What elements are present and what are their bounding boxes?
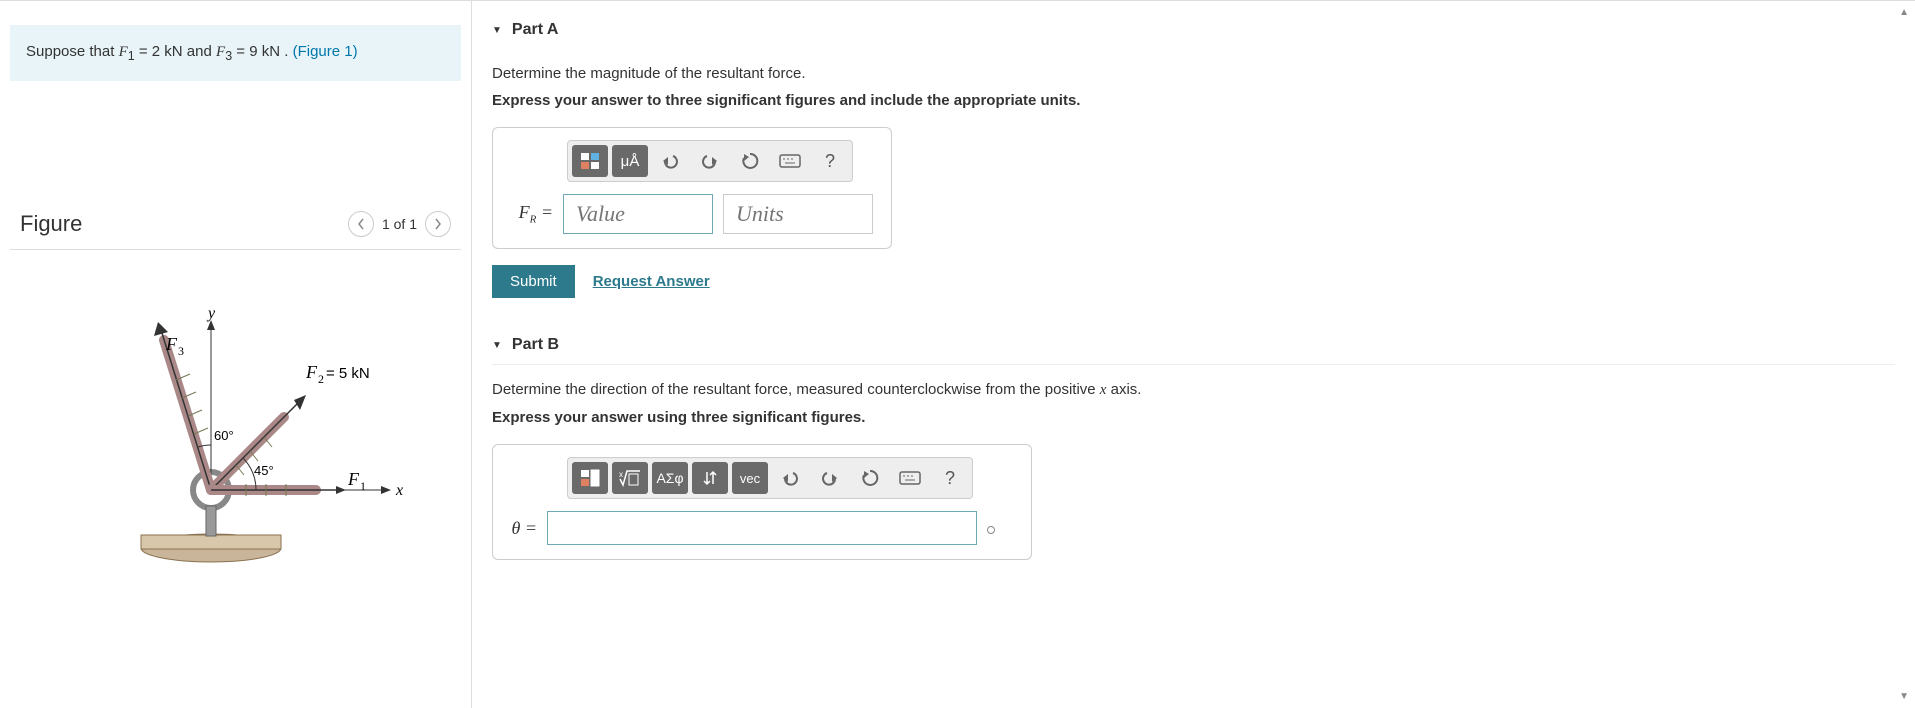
templates-icon [579,468,601,488]
request-answer-link[interactable]: Request Answer [593,273,710,290]
figure-title: Figure [20,211,82,237]
figure-header: Figure 1 of 1 [10,201,461,250]
part-a-submit-row: Submit Request Answer [492,265,1895,298]
angle-60-label: 60° [214,428,234,443]
x-axis-label: x [395,482,403,499]
chevron-right-icon [434,218,442,230]
undo-button[interactable] [772,462,808,494]
figure-link[interactable]: (Figure 1) [293,43,358,60]
part-b-toolbar: x ΑΣφ vec [567,457,973,499]
vec-button[interactable]: vec [732,462,768,494]
part-a-toolbar: μÅ ? [567,140,853,182]
f3-eq: = 9 kN . [232,43,292,60]
problem-statement: Suppose that F1 = 2 kN and F3 = 9 kN . (… [10,25,461,81]
redo-button[interactable] [812,462,848,494]
scroll-up-icon[interactable]: ▲ [1899,7,1909,18]
figure-nav: 1 of 1 [348,211,451,237]
part-a-header[interactable]: ▼ Part A [492,1,1895,49]
reset-button[interactable] [852,462,888,494]
figure-diagram: y x F 3 F 2 = 5 kN F 1 60° [56,270,416,590]
f1-sub-label: 1 [360,479,366,493]
angle-45-label: 45° [254,463,274,478]
part-b-body: Determine the direction of the resultant… [492,365,1895,584]
theta-label: θ = [507,518,537,539]
f3-var: F [216,44,225,60]
f1-label: F [347,469,360,489]
reset-button[interactable] [732,145,768,177]
figure-next-button[interactable] [425,211,451,237]
scroll-down-icon[interactable]: ▼ [1899,691,1909,702]
part-a-body: Determine the magnitude of the resultant… [492,49,1895,322]
keyboard-button[interactable] [892,462,928,494]
submit-button[interactable]: Submit [492,265,575,298]
redo-icon [701,153,719,169]
left-panel: Suppose that F1 = 2 kN and F3 = 9 kN . (… [0,1,472,708]
problem-prefix: Suppose that [26,43,119,60]
keyboard-button[interactable] [772,145,808,177]
sqrt-icon: x [618,469,642,487]
part-a-question: Determine the magnitude of the resultant… [492,65,1895,82]
redo-button[interactable] [692,145,728,177]
updown-icon [701,469,719,487]
help-button[interactable]: ? [932,462,968,494]
f2-value: = 5 kN [326,365,370,382]
updown-button[interactable] [692,462,728,494]
templates-button[interactable] [572,462,608,494]
value-input[interactable] [563,194,713,234]
part-b-instruction: Express your answer using three signific… [492,409,1895,426]
f3-label: F [165,334,178,354]
theta-input[interactable] [547,511,977,545]
part-a-answer-box: μÅ ? FR = [492,127,892,249]
figure-prev-button[interactable] [348,211,374,237]
fr-label: FR = [507,202,553,226]
keyboard-icon [899,471,921,485]
keyboard-icon [779,154,801,168]
f1-eq: = 2 kN and [135,43,216,60]
templates-icon [579,151,601,171]
units-button[interactable]: μÅ [612,145,648,177]
chevron-left-icon [357,218,365,230]
svg-text:x: x [619,470,623,479]
undo-icon [781,470,799,486]
units-input[interactable] [723,194,873,234]
right-panel: ▲ ▼ ▼ Part A Determine the magnitude of … [472,1,1915,708]
f1-var: F [119,44,128,60]
f3-sub-label: 3 [178,344,184,358]
part-b-header[interactable]: ▼ Part B [492,322,1895,365]
chevron-down-icon: ▼ [492,25,502,36]
part-b-answer-box: x ΑΣφ vec [492,444,1032,560]
sqrt-button[interactable]: x [612,462,648,494]
undo-button[interactable] [652,145,688,177]
reset-icon [861,469,879,487]
f2-sub: 2 [318,372,324,386]
reset-icon [741,152,759,170]
part-a-input-row: FR = [507,194,877,234]
part-a-instruction: Express your answer to three significant… [492,92,1895,109]
y-axis-label: y [206,305,216,322]
undo-icon [661,153,679,169]
help-button[interactable]: ? [812,145,848,177]
part-b-title: Part B [512,336,559,354]
f1-sub: 1 [128,49,135,63]
templates-button[interactable] [572,145,608,177]
part-b-input-row: θ = [507,511,1017,545]
redo-icon [821,470,839,486]
chevron-down-icon: ▼ [492,340,502,351]
part-a-title: Part A [512,21,559,39]
degree-unit-icon [987,526,995,534]
figure-count: 1 of 1 [382,216,417,232]
greek-button[interactable]: ΑΣφ [652,462,688,494]
part-b-question: Determine the direction of the resultant… [492,381,1895,399]
f2-label: F [305,362,318,382]
